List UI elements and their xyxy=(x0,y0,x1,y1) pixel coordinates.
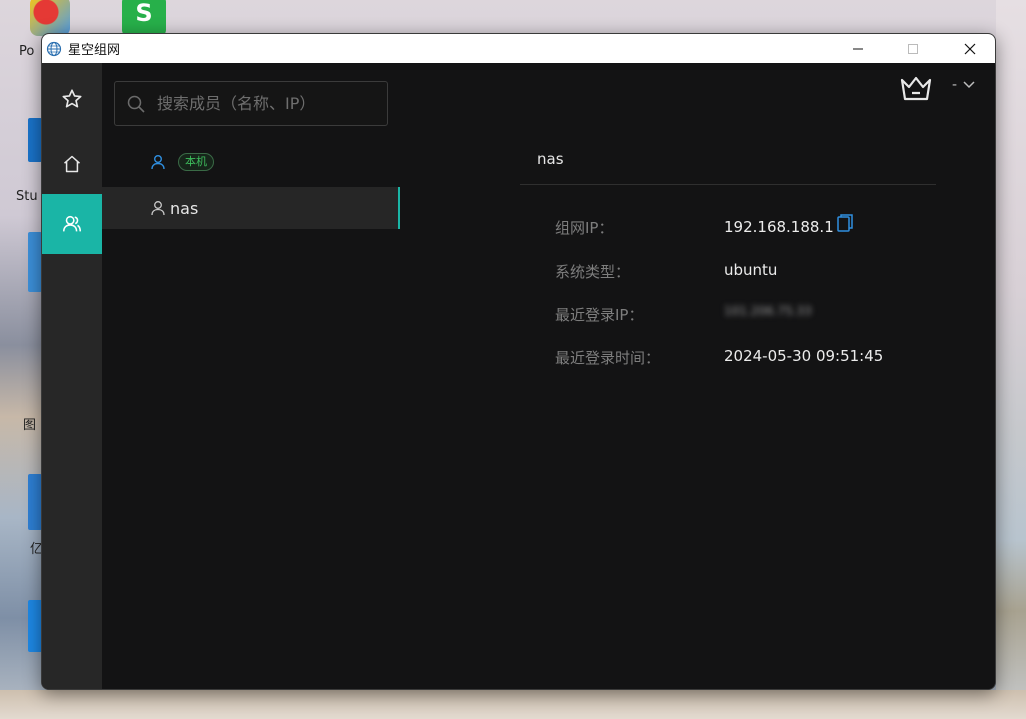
maximize-button[interactable] xyxy=(890,34,936,63)
star-icon xyxy=(62,89,82,108)
member-list-panel: 本机 nas xyxy=(102,63,400,689)
chevron-down-icon xyxy=(963,81,975,89)
desktop-icon-app[interactable] xyxy=(28,600,42,652)
member-list-item-local[interactable]: 本机 xyxy=(102,141,400,183)
info-label-os-type: 系统类型： xyxy=(555,263,631,281)
desktop-icon-wps[interactable]: S xyxy=(122,0,166,36)
home-icon xyxy=(64,155,80,173)
desktop-wallpaper-shore xyxy=(0,690,1026,719)
member-detail-panel: - nas 组网IP： 192.168.188.1 系统类型： ubuntu 最… xyxy=(400,63,995,689)
desktop-icon-app[interactable] xyxy=(28,232,42,292)
app-window: 星空组网 搜索成员（名称、IP） 本机 nas - nas 组网IP： 192.… xyxy=(41,33,996,690)
member-list-item-nas[interactable]: nas xyxy=(102,187,400,229)
info-value-last-login-time: 2024-05-30 09:51:45 xyxy=(724,347,884,365)
crown-icon[interactable] xyxy=(899,75,933,103)
user-icon xyxy=(151,201,165,216)
desktop-icon-visual-studio[interactable] xyxy=(28,118,42,162)
desktop-wallpaper-strip xyxy=(996,0,1026,719)
desktop-icon-label: Stu xyxy=(16,189,38,204)
info-label-last-login-time: 最近登录时间： xyxy=(555,349,661,367)
minimize-button[interactable] xyxy=(835,34,881,63)
info-value-last-login-ip: 101.206.75.33 xyxy=(724,304,812,318)
title-bar[interactable]: 星空组网 xyxy=(42,34,995,63)
member-name: nas xyxy=(170,198,199,218)
user-menu-label: - xyxy=(951,77,957,93)
nav-home-button[interactable] xyxy=(42,134,102,194)
desktop-icon-label: Po xyxy=(19,44,35,59)
desktop-icon-app[interactable] xyxy=(28,474,42,530)
copy-icon[interactable] xyxy=(837,214,853,232)
desktop-icon-powerpoint[interactable] xyxy=(30,0,70,36)
maximize-icon xyxy=(908,43,918,54)
search-icon xyxy=(127,95,145,113)
info-value-network-ip: 192.168.188.1 xyxy=(724,218,834,236)
user-menu-dropdown[interactable]: - xyxy=(952,77,975,93)
desktop-icon-label: 图 xyxy=(23,418,37,433)
local-device-badge: 本机 xyxy=(178,153,214,171)
info-label-network-ip: 组网IP： xyxy=(555,219,614,237)
window-title: 星空组网 xyxy=(68,43,121,58)
nav-rail xyxy=(42,63,102,689)
app-body: 本机 nas - nas 组网IP： 192.1 xyxy=(42,63,995,689)
close-icon xyxy=(964,43,976,54)
info-label-last-login-ip: 最近登录IP： xyxy=(555,306,644,324)
user-icon xyxy=(151,155,165,170)
search-input[interactable] xyxy=(157,94,377,113)
info-value-os-type: ubuntu xyxy=(724,261,778,279)
close-button[interactable] xyxy=(947,34,993,63)
search-box[interactable] xyxy=(114,81,388,126)
minimize-icon xyxy=(853,48,863,49)
nav-members-button[interactable] xyxy=(42,194,102,254)
globe-icon xyxy=(46,41,62,56)
member-detail-title: nas xyxy=(537,150,564,168)
detail-divider xyxy=(520,184,936,185)
nav-favorites-button[interactable] xyxy=(42,69,102,129)
users-icon xyxy=(62,215,82,232)
